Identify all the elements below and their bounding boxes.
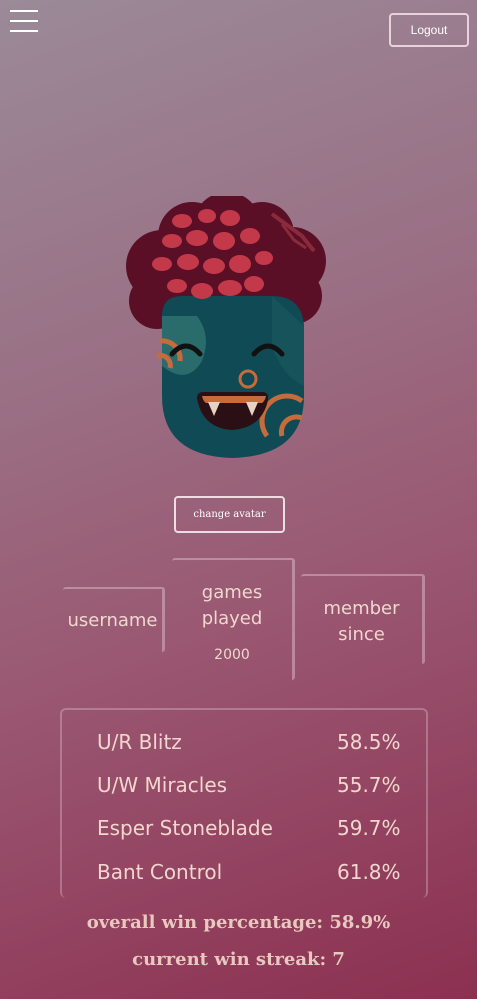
deck-name: U/R Blitz	[97, 730, 182, 754]
games-label-line1: games	[201, 582, 263, 603]
logout-button[interactable]: Logout	[389, 13, 469, 47]
games-played-value: 2000	[214, 647, 250, 663]
deck-name: Bant Control	[97, 860, 223, 884]
member-label-line1: member	[323, 598, 400, 619]
member-since-stat: member since	[301, 574, 425, 664]
deck-row: U/R Blitz 58.5%	[62, 730, 426, 760]
username-stat: username	[63, 587, 165, 652]
deck-stats-panel: U/R Blitz 58.5% U/W Miracles 55.7% Esper…	[60, 708, 428, 898]
deck-win-pct: 55.7%	[337, 773, 401, 797]
games-played-stat: games played 2000	[172, 558, 295, 680]
deck-row: U/W Miracles 55.7%	[62, 773, 426, 803]
deck-row: Bant Control 61.8%	[62, 860, 426, 890]
deck-name: Esper Stoneblade	[97, 816, 273, 840]
deck-name: U/W Miracles	[97, 773, 228, 797]
deck-win-pct: 58.5%	[337, 730, 401, 754]
overall-win-percentage: overall win percentage: 58.9%	[86, 912, 391, 933]
games-label-line2: played	[201, 608, 263, 629]
deck-row: Esper Stoneblade 59.7%	[62, 816, 426, 846]
change-avatar-button[interactable]: change avatar	[174, 496, 285, 533]
avatar-image	[126, 196, 326, 458]
member-label-line2: since	[338, 624, 385, 645]
username-label: username	[67, 610, 158, 631]
deck-win-pct: 61.8%	[337, 860, 401, 884]
hamburger-menu-icon[interactable]	[10, 10, 38, 32]
current-win-streak: current win streak: 7	[132, 949, 345, 970]
deck-win-pct: 59.7%	[337, 816, 401, 840]
